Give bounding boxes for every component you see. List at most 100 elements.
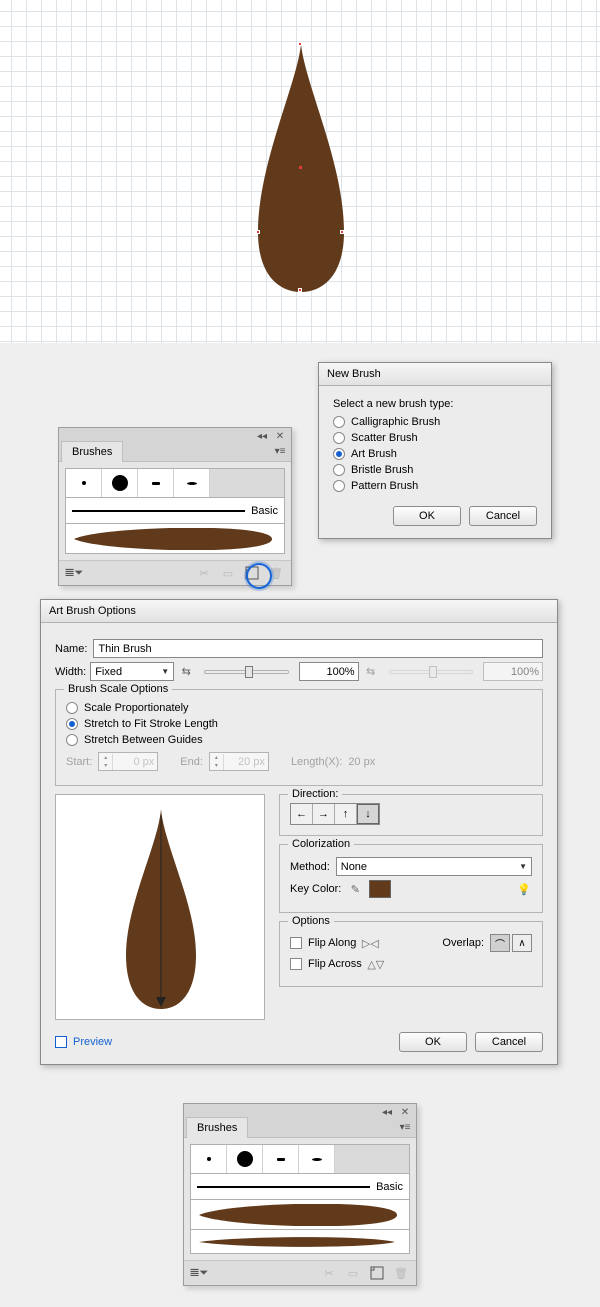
brush-art-row[interactable] [190,1200,410,1230]
width-percent-input[interactable]: 100% [299,662,359,681]
brush-swatch[interactable] [66,469,102,497]
eyedropper-icon[interactable]: ✎ [347,881,363,897]
scale-option[interactable]: Scale Proportionately [66,702,532,714]
colorization-fieldset: Colorization Method: None ▼ Key Color: ✎ [279,844,543,913]
brush-swatch[interactable] [263,1145,299,1173]
brushes-tab[interactable]: Brushes [186,1117,248,1138]
brush-thin-row[interactable] [190,1230,410,1254]
brush-swatch[interactable] [191,1145,227,1173]
brush-basic-label: Basic [251,505,278,517]
brush-type-option[interactable]: Scatter Brush [333,432,537,444]
direction-buttons: ← → ↑ ↓ [290,803,380,825]
brush-swatch[interactable] [138,469,174,497]
new-brush-dialog: New Brush Select a new brush type: Calli… [318,362,552,539]
brush-swatch-empty [335,1145,409,1173]
brush-type-label: Scatter Brush [351,432,418,444]
brushes-panel: ◂◂ ✕ ▾≡ Brushes Basic 𝌆⏷ ✂ [58,427,292,586]
preview-label: Preview [73,1036,112,1048]
flip-along-checkbox[interactable] [290,937,302,949]
libraries-icon[interactable]: 𝌆⏷ [190,1265,208,1281]
close-icon[interactable]: ✕ [398,1106,412,1118]
overlap-no-button[interactable]: ⌒ [490,934,510,952]
brush-basic-row[interactable]: Basic [190,1174,410,1200]
scale-option[interactable]: Stretch Between Guides [66,734,532,746]
brush-type-option[interactable]: Calligraphic Brush [333,416,537,428]
direction-fieldset: Direction: ← → ↑ ↓ [279,794,543,836]
menu-icon[interactable]: ▾≡ [398,1121,412,1133]
anchor-right[interactable] [340,230,344,234]
tips-icon[interactable]: 💡 [516,881,532,897]
close-icon[interactable]: ✕ [273,430,287,442]
anchor-top[interactable] [298,42,302,46]
libraries-icon[interactable]: 𝌆⏷ [65,565,83,581]
panel-header: ◂◂ ✕ ▾≡ Brushes [59,428,291,462]
brush-scale-fieldset: Brush Scale Options Scale Proportionatel… [55,689,543,786]
flip-range-icon[interactable]: ⇆ [178,664,194,680]
brushes-tab[interactable]: Brushes [61,441,123,462]
width-slider[interactable] [204,670,288,674]
panel-body: Basic [59,462,291,560]
direction-left-button[interactable]: ← [291,804,313,824]
delete-icon[interactable]: 🗑 [392,1265,410,1281]
options-icon[interactable]: ▭ [344,1265,362,1281]
brush-name-input[interactable] [93,639,543,658]
brush-swatch[interactable] [227,1145,263,1173]
preview-checkbox[interactable] [55,1036,67,1048]
scale-option-label: Scale Proportionately [84,702,189,714]
end-label: End: [180,756,203,768]
direction-down-button[interactable]: ↓ [357,804,379,824]
panel-header: ◂◂ ✕ ▾≡ Brushes [184,1104,416,1138]
panel-body: Basic [184,1138,416,1260]
anchor-left[interactable] [256,230,260,234]
break-link-icon[interactable]: ✂ [320,1265,338,1281]
length-label: Length(X): [291,756,342,768]
width-mode-select[interactable]: Fixed ▼ [90,662,174,681]
brush-basic-label: Basic [376,1181,403,1193]
cancel-button[interactable]: Cancel [475,1032,543,1052]
options-fieldset: Options Flip Along ▷◁ Overlap: ⌒ ∧ [279,921,543,987]
flip-across-checkbox[interactable] [290,958,302,970]
scale-option-label: Stretch to Fit Stroke Length [84,718,218,730]
keycolor-swatch[interactable] [369,880,391,898]
teardrop-shape[interactable] [258,44,344,292]
dialog-title: Art Brush Options [41,600,557,623]
overlap-label: Overlap: [442,937,484,949]
brush-type-label: Art Brush [351,448,397,460]
menu-icon[interactable]: ▾≡ [273,445,287,457]
brush-art-row[interactable] [65,524,285,554]
direction-right-button[interactable]: → [313,804,335,824]
direction-up-button[interactable]: ↑ [335,804,357,824]
brush-type-option[interactable]: Art Brush [333,448,537,460]
ok-button[interactable]: OK [393,506,461,526]
brush-swatch-row [65,468,285,498]
colorization-method-select[interactable]: None ▼ [336,857,532,876]
brush-type-option[interactable]: Bristle Brush [333,464,537,476]
cancel-button[interactable]: Cancel [469,506,537,526]
width-percent-input-disabled: 100% [483,662,543,681]
center-point[interactable] [299,166,302,169]
brush-basic-row[interactable]: Basic [65,498,285,524]
overlap-yes-button[interactable]: ∧ [512,934,532,952]
break-link-icon[interactable]: ✂ [195,565,213,581]
brush-swatch[interactable] [102,469,138,497]
width-slider-disabled [389,670,473,674]
name-label: Name: [55,643,87,655]
flip-across-icon: △▽ [368,956,384,972]
collapse-icon[interactable]: ◂◂ [255,430,269,442]
panel-footer: 𝌆⏷ ✂ ▭ 🗑 [184,1260,416,1285]
end-input: ▴▾20 px [209,752,269,771]
new-brush-icon[interactable] [368,1265,386,1281]
ok-button[interactable]: OK [399,1032,467,1052]
collapse-icon[interactable]: ◂◂ [380,1106,394,1118]
anchor-bottom[interactable] [298,288,302,292]
direction-legend: Direction: [288,788,342,800]
options-icon[interactable]: ▭ [219,565,237,581]
canvas-grid [0,0,600,343]
brush-swatch[interactable] [174,469,210,497]
brush-scale-legend: Brush Scale Options [64,683,172,695]
brush-type-option[interactable]: Pattern Brush [333,480,537,492]
brush-swatch-empty [210,469,284,497]
brush-swatch[interactable] [299,1145,335,1173]
scale-option[interactable]: Stretch to Fit Stroke Length [66,718,532,730]
width-mode-value: Fixed [95,666,122,678]
